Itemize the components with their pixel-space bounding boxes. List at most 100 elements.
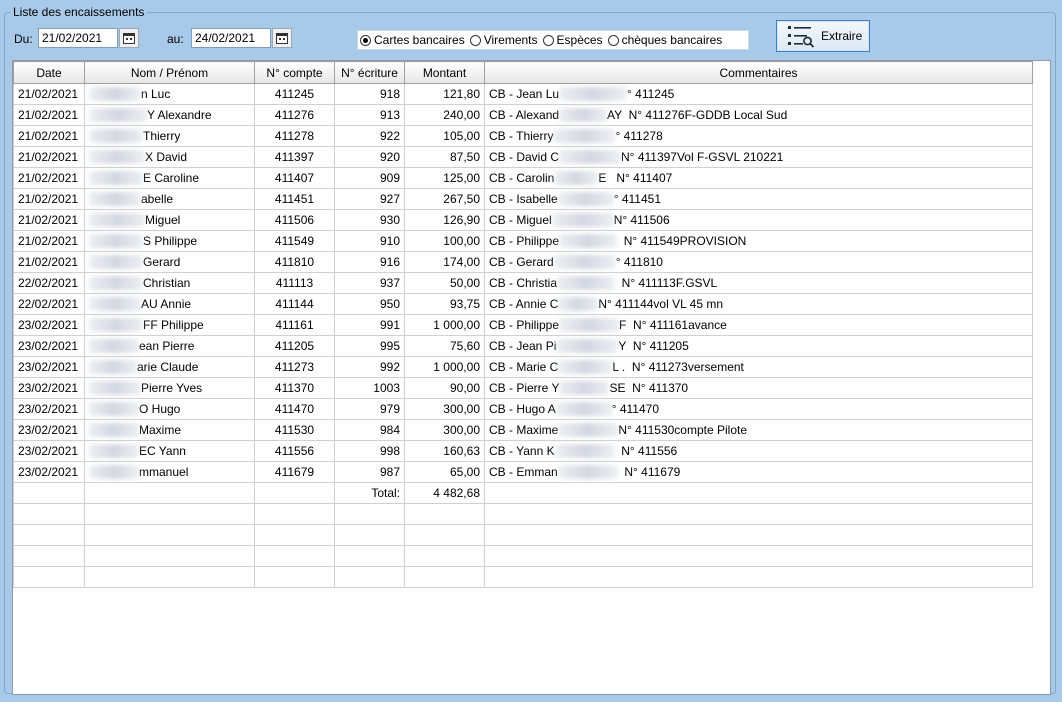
payment-type-radio-group: Cartes bancaires Virements Espèces chèques … [357,30,749,50]
cell-comment-start: CB - Marie C [489,359,559,374]
table-row[interactable]: 23/02/2021 EC Yann 411556 998 160,63 CB - Yan… [13,440,1033,462]
cell-amount: 50,00 [404,272,485,294]
cell-date: 23/02/2021 [13,314,85,336]
table-row[interactable]: 23/02/2021 ean Pierre 411205 995 75,60 CB - J… [13,335,1033,357]
cell-amount: 1 000,00 [404,314,485,336]
extract-button[interactable]: Extraire [776,20,870,52]
cell-comment-start: CB - Carolin [489,170,555,185]
radio-button-icon[interactable] [469,34,481,46]
radio-button-icon[interactable] [360,34,371,46]
cell-comment-end: ° 411278 [615,128,663,143]
cell-comment-start: CB - Pierre Y [489,380,560,395]
redacted-text [558,297,599,312]
cell-comment: CB - Jean Pi Y N° 411205 [484,335,1033,357]
cell-name: Maxime [84,419,255,441]
cell-comment-end: L . N° 411273versement [612,359,744,374]
cell-name: Gerard [84,251,255,273]
cell-comment-start: CB - Jean Lu [489,86,560,101]
cell-name: abelle [84,188,255,210]
from-date-field[interactable]: 21/02/2021 [38,28,118,48]
redacted-text [558,423,619,438]
table-row[interactable]: 21/02/2021 Miguel 411506 930 126,90 CB - Migu… [13,209,1033,231]
redacted-text [559,381,610,396]
cell-comment: CB - Miguel N° 411506 [484,209,1033,231]
cell-comment-start: CB - Emman [489,464,558,479]
col-header-entry[interactable]: N° écriture [334,61,405,84]
radio-payment-type[interactable]: Espèces [542,33,603,47]
cell-account: 411205 [254,335,335,357]
to-date-field[interactable]: 24/02/2021 [191,28,271,48]
table-row[interactable]: 21/02/2021 X David 411397 920 87,50 CB - Davi… [13,146,1033,168]
cell-entry: 909 [334,167,405,189]
cell-comment: CB - Marie C L . N° 411273versement [484,356,1033,378]
cell-account: 411679 [254,461,335,483]
radio-payment-type[interactable]: chèques bancaires [607,33,722,47]
cell-entry: 995 [334,335,405,357]
redacted-text [557,192,614,207]
cell-name: AU Annie [84,293,255,315]
empty-row [13,566,1033,588]
radio-button-icon[interactable] [542,34,554,46]
col-header-amount[interactable]: Montant [404,61,485,84]
empty-cell [84,503,255,525]
cell-entry: 922 [334,125,405,147]
cell-entry: 930 [334,209,405,231]
cell-date: 21/02/2021 [13,83,85,105]
cell-amount: 93,75 [404,293,485,315]
cell-comment-end: N° 411556 [614,443,678,458]
redacted-text [553,255,616,270]
redacted-text [89,381,141,396]
radio-payment-type[interactable]: Cartes bancaires [360,33,465,47]
cell-comment-end: N° 411144vol VL 45 mn [598,296,724,311]
table-row[interactable]: 23/02/2021 Maxime 411530 984 300,00 CB - Maxi… [13,419,1033,441]
to-calendar-button[interactable] [272,28,292,48]
cell-entry: 984 [334,419,405,441]
cell-comment: CB - Gerard ° 411810 [484,251,1033,273]
redacted-text [554,171,599,186]
extract-label: Extraire [821,29,863,43]
col-header-comments[interactable]: Commentaires [484,61,1033,84]
radio-payment-type[interactable]: Virements [469,33,538,47]
cell-amount: 300,00 [404,398,485,420]
redacted-text [89,402,139,417]
table-row[interactable]: 21/02/2021 n Luc 411245 918 121,80 CB - Jean … [13,83,1033,105]
table-row[interactable]: 21/02/2021 Y Alexandre 411276 913 240,00 CB -… [13,104,1033,126]
col-header-date[interactable]: Date [13,61,85,84]
redacted-text [89,150,145,165]
col-header-account[interactable]: N° compte [254,61,335,84]
cell-amount: 174,00 [404,251,485,273]
empty-cell [13,482,85,504]
cell-amount: 160,63 [404,440,485,462]
radio-button-icon[interactable] [607,34,619,46]
redacted-text [89,297,141,312]
table-row[interactable]: 21/02/2021 Thierry 411278 922 105,00 CB - Thi… [13,125,1033,147]
empty-cell [404,566,485,588]
table-row[interactable]: 21/02/2021 abelle 411451 927 267,50 CB - Isab… [13,188,1033,210]
table-row[interactable]: 21/02/2021 Gerard 411810 916 174,00 CB - Gera… [13,251,1033,273]
table-row[interactable]: 23/02/2021 mmanuel 411679 987 65,00 CB - Emma… [13,461,1033,483]
empty-cell [13,566,85,588]
table-row[interactable]: 22/02/2021 Christian 411113 937 50,00 CB - Ch… [13,272,1033,294]
table-row[interactable]: 21/02/2021 E Caroline 411407 909 125,00 CB - … [13,167,1033,189]
empty-row [13,524,1033,546]
table-row[interactable]: 23/02/2021 FF Philippe 411161 991 1 000,00 CB… [13,314,1033,336]
table-row[interactable]: 23/02/2021 Pierre Yves 411370 1003 90,00 CB -… [13,377,1033,399]
cell-date: 21/02/2021 [13,209,85,231]
table-row[interactable]: 23/02/2021 arie Claude 411273 992 1 000,00 CB… [13,356,1033,378]
empty-cell [334,503,405,525]
cell-comment-start: CB - Miguel [489,212,552,227]
table-row[interactable]: 22/02/2021 AU Annie 411144 950 93,75 CB - Ann… [13,293,1033,315]
from-calendar-button[interactable] [119,28,139,48]
cell-name-text: O Hugo [139,401,181,416]
col-header-name[interactable]: Nom / Prénom [84,61,255,84]
cell-entry: 918 [334,83,405,105]
cell-name-text: Thierry [143,128,181,143]
cell-entry: 987 [334,461,405,483]
cell-date: 23/02/2021 [13,398,85,420]
cell-name: Miguel [84,209,255,231]
cell-entry: 991 [334,314,405,336]
table-row[interactable]: 21/02/2021 S Philippe 411549 910 100,00 CB - … [13,230,1033,252]
cell-amount: 125,00 [404,167,485,189]
table-row[interactable]: 23/02/2021 O Hugo 411470 979 300,00 CB - Hugo… [13,398,1033,420]
total-value: 4 482,68 [404,482,485,504]
